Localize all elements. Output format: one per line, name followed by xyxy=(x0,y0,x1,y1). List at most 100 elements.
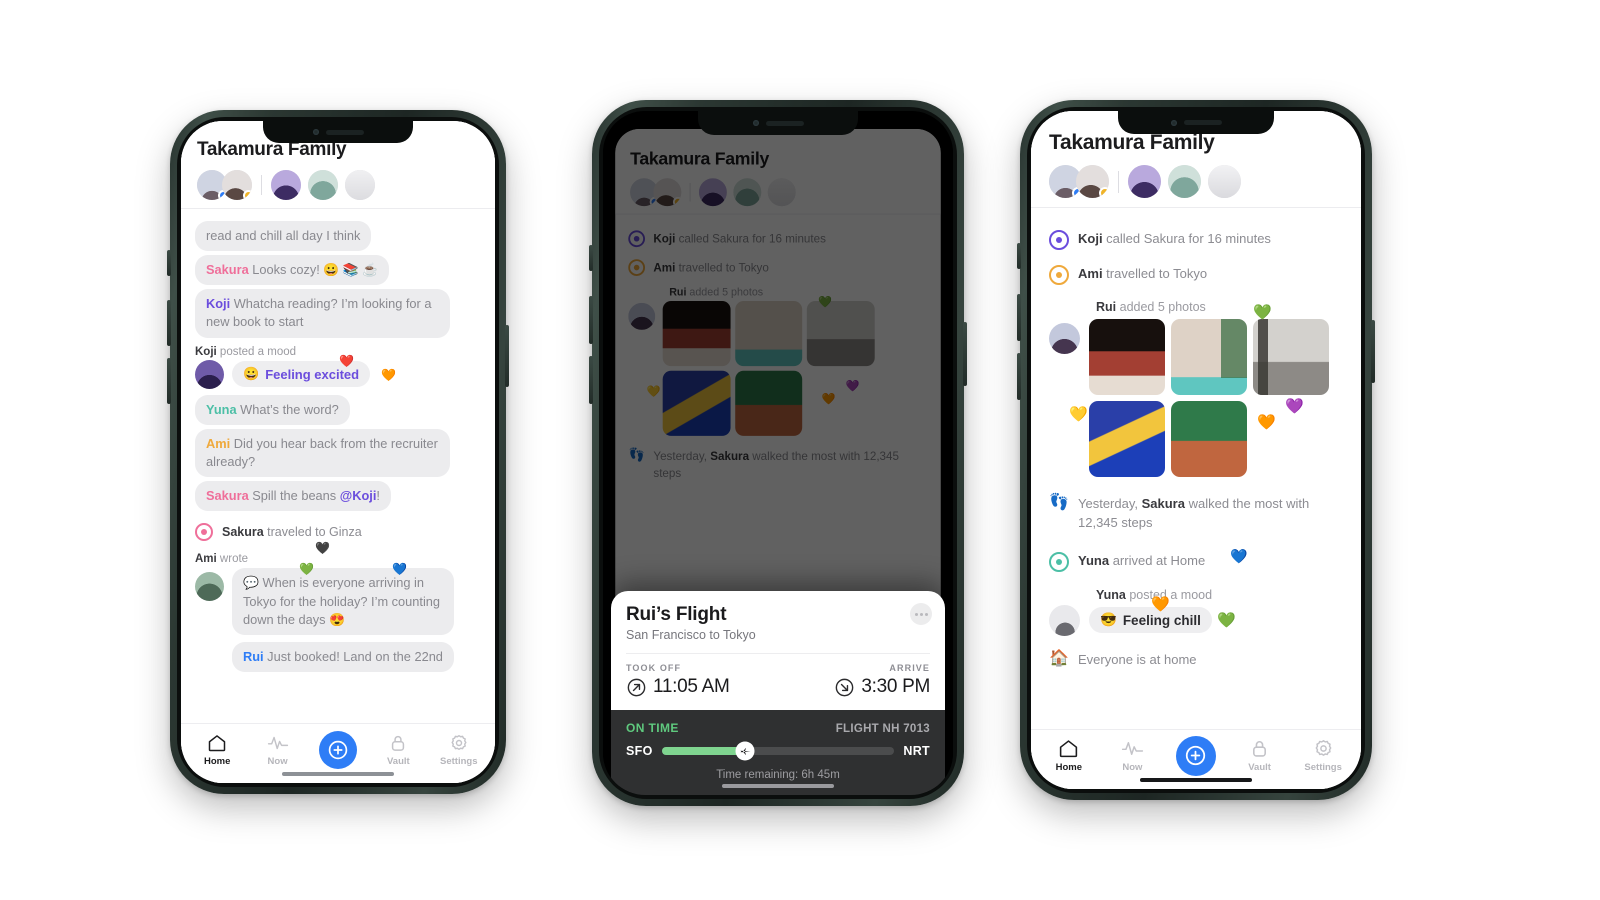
tab-vault[interactable]: Vault xyxy=(372,733,424,767)
photo-riad-lounge[interactable] xyxy=(1089,319,1165,395)
flight-progress: SFO NRT xyxy=(626,741,930,761)
reaction-heart[interactable]: 💛 xyxy=(1069,405,1088,423)
mute-switch[interactable] xyxy=(589,245,593,271)
home-indicator[interactable] xyxy=(722,784,834,788)
pulse-icon xyxy=(1121,742,1143,755)
home-text: Everyone is at home xyxy=(1078,651,1197,667)
reaction-heart[interactable]: ❤️ xyxy=(339,354,354,368)
destination-code: NRT xyxy=(903,744,930,758)
avatar-koji[interactable] xyxy=(271,170,301,200)
photo-hallway[interactable] xyxy=(1253,319,1329,395)
avatar-yuna[interactable] xyxy=(308,170,338,200)
volume-down-button[interactable] xyxy=(589,356,593,404)
feed-status-row[interactable]: Ami travelled to Tokyo xyxy=(1031,257,1361,292)
gear-icon xyxy=(451,734,467,750)
photo-courtyard-pool[interactable] xyxy=(1171,319,1247,395)
page-title: Takamura Family xyxy=(1049,131,1215,154)
avatar-rui[interactable] xyxy=(1208,165,1241,198)
tab-add[interactable] xyxy=(1170,735,1222,776)
avatar[interactable] xyxy=(1049,323,1080,354)
avatar-ami[interactable] xyxy=(222,170,252,200)
chat-bubble[interactable]: Sakura Looks cozy! 😀 📚 ☕ xyxy=(195,255,390,286)
home-indicator[interactable] xyxy=(282,772,394,776)
tab-vault[interactable]: Vault xyxy=(1234,738,1286,773)
arrow-down-right-icon xyxy=(835,678,854,696)
tab-label: Settings xyxy=(1304,762,1342,773)
chat-bubble[interactable]: Ami Did you hear back from the recruiter… xyxy=(195,428,450,478)
tab-label: Vault xyxy=(387,755,410,767)
reaction-heart[interactable]: 💚 xyxy=(1253,303,1272,321)
volume-down-button[interactable] xyxy=(167,358,171,404)
chat-bubble-row: Rui Just booked! Land on the 22nd xyxy=(181,637,495,674)
tab-home[interactable]: Home xyxy=(191,733,243,767)
reaction-heart[interactable]: 💙 xyxy=(1230,548,1247,565)
mood-label: Koji posted a mood xyxy=(181,340,495,359)
power-button[interactable] xyxy=(505,325,509,387)
feed-steps-row[interactable]: 👣 Yesterday, Sakura walked the most with… xyxy=(1031,485,1361,542)
tab-label: Home xyxy=(203,755,231,767)
mute-switch[interactable] xyxy=(1017,243,1021,269)
reaction-heart[interactable]: 🖤 xyxy=(315,541,330,555)
tab-add[interactable] xyxy=(312,730,364,769)
progress-track[interactable] xyxy=(661,741,895,761)
feed-status-row[interactable]: Sakura traveled to Ginza xyxy=(181,513,495,547)
reaction-heart[interactable]: 🧡 xyxy=(1151,595,1170,613)
avatar-yuna[interactable] xyxy=(1168,165,1201,198)
reaction-heart[interactable]: 🧡 xyxy=(1257,413,1276,431)
power-button[interactable] xyxy=(963,322,967,386)
avatar-koji[interactable] xyxy=(1128,165,1161,198)
tab-now[interactable]: Now xyxy=(1106,738,1158,773)
tab-home[interactable]: Home xyxy=(1043,738,1095,773)
lock-icon xyxy=(1253,741,1267,757)
home-indicator[interactable] xyxy=(1140,778,1252,782)
status-badge: ON TIME xyxy=(626,721,679,735)
avatar[interactable] xyxy=(1049,604,1080,636)
tab-settings[interactable]: Settings xyxy=(433,733,485,767)
tab-now[interactable]: Now xyxy=(252,733,304,767)
feed-arrived-row[interactable]: Yuna arrived at Home 💙 xyxy=(1031,542,1361,581)
screenshot-stage: Takamura Family read and chill all day I… xyxy=(0,0,1600,900)
chat-bubble[interactable]: read and chill all day I think xyxy=(195,221,372,252)
reaction-heart[interactable]: 💚 xyxy=(1217,611,1236,629)
avatar[interactable] xyxy=(195,359,224,389)
photo-palm-garden[interactable] xyxy=(1171,401,1247,477)
mute-switch[interactable] xyxy=(167,250,171,276)
power-button[interactable] xyxy=(1371,320,1375,383)
mention-link[interactable]: @Koji xyxy=(340,488,377,503)
plus-circle-icon[interactable] xyxy=(318,730,357,769)
reaction-heart[interactable]: 💚 xyxy=(299,562,314,576)
footprints-icon: 👣 xyxy=(1049,494,1069,511)
more-dots-icon[interactable] xyxy=(910,603,932,625)
reaction-heart[interactable]: 💜 xyxy=(1285,397,1304,415)
chat-bubble[interactable]: Koji Whatcha reading? I’m looking for a … xyxy=(195,289,450,338)
feed-home-row[interactable]: 🏠 Everyone is at home xyxy=(1031,641,1361,679)
avatar-rui[interactable] xyxy=(345,170,375,200)
volume-up-button[interactable] xyxy=(167,300,171,346)
tab-label: Vault xyxy=(1248,762,1271,773)
feed-status-row[interactable]: Koji called Sakura for 16 minutes xyxy=(1031,222,1361,257)
volume-up-button[interactable] xyxy=(589,296,593,344)
tab-settings[interactable]: Settings xyxy=(1297,738,1349,773)
volume-up-button[interactable] xyxy=(1017,294,1021,341)
wrote-name: Ami xyxy=(195,553,217,566)
plus-circle-icon[interactable] xyxy=(1175,735,1216,776)
bubble-text: When is everyone arriving in Tokyo for t… xyxy=(243,575,441,627)
reaction-heart[interactable]: 💙 xyxy=(392,562,407,576)
avatar[interactable] xyxy=(195,572,224,602)
chat-bubble[interactable]: Yuna What’s the word? xyxy=(195,394,350,425)
chat-bubble[interactable]: 💬 When is everyone arriving in Tokyo for… xyxy=(232,568,454,635)
photos-label: Rui added 5 photos xyxy=(1031,292,1361,317)
tab-label: Now xyxy=(267,755,288,767)
chat-bubble[interactable]: Sakura Spill the beans @Koji! xyxy=(195,481,391,512)
photo-blue-building[interactable] xyxy=(1089,401,1165,477)
chat-bubble[interactable]: Rui Just booked! Land on the 22nd xyxy=(232,641,454,672)
front-camera-icon xyxy=(312,129,319,135)
avatar-ami[interactable] xyxy=(1076,165,1109,198)
time-remaining: Time remaining: 6h 45m xyxy=(716,769,840,781)
phone-screen-center: Takamura Family Koji called Sakura fo xyxy=(603,111,953,795)
volume-down-button[interactable] xyxy=(1017,353,1021,400)
reaction-heart[interactable]: 🧡 xyxy=(381,368,396,382)
airplane-icon[interactable] xyxy=(735,741,755,761)
activity-feed[interactable]: Koji called Sakura for 16 minutes Ami tr… xyxy=(1031,208,1361,729)
chat-feed[interactable]: read and chill all day I think Sakura Lo… xyxy=(181,209,495,723)
